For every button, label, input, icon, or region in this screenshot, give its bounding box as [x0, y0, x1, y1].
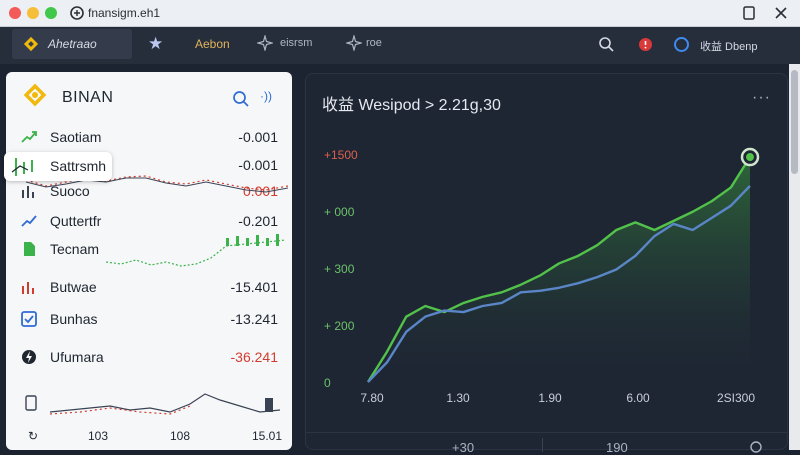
- nav-user-label[interactable]: 收益 Dbenp: [700, 38, 757, 54]
- close-window-button[interactable]: [9, 7, 21, 19]
- window-title: fnansigm.eh1: [88, 6, 161, 20]
- market-value: -0.001: [238, 157, 278, 173]
- series-end-marker-dot: [746, 153, 754, 162]
- refresh-icon[interactable]: ↻: [28, 429, 38, 443]
- market-row[interactable]: Ufumara -36.241: [6, 344, 292, 370]
- y-tick-label: + 200: [324, 319, 355, 333]
- market-name: Ufumara: [50, 349, 104, 365]
- bolt-icon: [22, 350, 36, 364]
- market-row[interactable]: Bunhas -13.241: [6, 306, 292, 332]
- market-name: Quttertfr: [50, 213, 102, 229]
- close-icon[interactable]: [772, 4, 790, 22]
- x-tick-label: 2SI300: [717, 391, 755, 405]
- y-tick-label: + 000: [324, 205, 355, 219]
- checkbox-icon[interactable]: [20, 310, 38, 328]
- panel-more-button[interactable]: ·)): [260, 89, 272, 103]
- nav-item-eisrsm[interactable]: eisrsm: [280, 37, 312, 49]
- market-value: -0.201: [238, 213, 278, 229]
- market-value: -0.001: [238, 129, 278, 145]
- title-bar: fnansigm.eh1: [0, 0, 800, 27]
- earnings-chart: 0 + 200 + 300 + 000 +1500 7.80 1.30 1.90 6.00 2SI…: [324, 147, 760, 405]
- nav-item-roe[interactable]: roe: [366, 37, 382, 49]
- more-options-button[interactable]: ···: [752, 89, 771, 107]
- market-sparkline: [106, 234, 286, 267]
- x-tick-label: 1.90: [538, 391, 562, 405]
- trend-up-icon: [21, 131, 37, 143]
- minimize-window-button[interactable]: [27, 7, 39, 19]
- bottom-label: 15.01: [252, 429, 283, 443]
- market-name: Saotiam: [50, 129, 102, 145]
- x-tick-label: 6.00: [626, 391, 650, 405]
- market-name: Butwae: [50, 279, 97, 295]
- bottom-label: 108: [170, 429, 191, 443]
- scrollbar-thumb[interactable]: [791, 70, 798, 174]
- restore-icon[interactable]: [740, 4, 758, 22]
- trend-up-icon: [21, 215, 37, 227]
- market-value: -13.241: [230, 311, 278, 327]
- bottom-label: 103: [88, 429, 109, 443]
- settings-icon[interactable]: [749, 440, 763, 454]
- footer-label: 190: [606, 440, 628, 455]
- market-value: -15.401: [230, 279, 278, 295]
- nav-brand-label: Ahetraao: [48, 37, 97, 51]
- market-row[interactable]: Quttertfr -0.201: [6, 208, 292, 234]
- chart-panel: 收益 Wesipod > 2.21g,30 ··· 0 + 200 + 300 + 0…: [305, 73, 788, 455]
- market-sparkline: [25, 393, 281, 415]
- nav-brand-button[interactable]: Ahetraao: [12, 29, 132, 59]
- scrollbar[interactable]: [789, 64, 800, 450]
- sparkle-icon: [257, 35, 273, 51]
- market-name: Tecnam: [50, 241, 100, 257]
- x-tick-label: 7.80: [360, 391, 384, 405]
- y-tick-label: 0: [324, 376, 331, 390]
- nav-item-aebon[interactable]: Aebon: [195, 37, 230, 51]
- market-row[interactable]: Saotiam -0.001: [6, 124, 292, 150]
- panel-brand: BINAN: [62, 89, 114, 106]
- y-tick-label: +1500: [324, 148, 358, 162]
- x-tick-label: 1.30: [446, 391, 470, 405]
- top-nav: Ahetraao ★ Aebon eisrsm roe 收益 Dbenp: [0, 27, 800, 64]
- y-tick-label: + 300: [324, 262, 355, 276]
- hover-tooltip: Sattrsmh: [4, 152, 112, 181]
- candle-icon: [11, 158, 33, 176]
- app-window: fnansigm.eh1 Ahetraao ★ Aebon eisrsm roe: [0, 0, 800, 455]
- tooltip-name: Sattrsmh: [50, 158, 107, 174]
- document-icon: [24, 242, 35, 256]
- notification-icon[interactable]: [637, 36, 654, 53]
- binance-logo-icon: [23, 83, 47, 107]
- chart-title: 收益 Wesipod > 2.21g,30: [322, 97, 501, 114]
- sparkle-icon-2: [346, 35, 362, 51]
- market-row[interactable]: Butwae -15.401: [6, 274, 292, 300]
- bar-chart-icon: [22, 282, 34, 294]
- app-icon: [70, 6, 84, 20]
- footer-label: +30: [452, 440, 475, 455]
- favorites-star-icon[interactable]: ★: [148, 34, 163, 54]
- profile-ring-icon[interactable]: [673, 36, 690, 53]
- binance-logo-icon: [23, 36, 39, 52]
- series-area: [368, 157, 750, 382]
- market-value: -36.241: [230, 349, 278, 365]
- market-name: Bunhas: [50, 311, 98, 327]
- market-list-panel: BINAN ·)) Saotiam -0.001 -0.001 Suoco 0.…: [6, 72, 292, 450]
- maximize-window-button[interactable]: [45, 7, 57, 19]
- search-icon[interactable]: [598, 36, 615, 53]
- panel-search-icon[interactable]: [232, 90, 250, 108]
- chart-divider: [306, 432, 787, 433]
